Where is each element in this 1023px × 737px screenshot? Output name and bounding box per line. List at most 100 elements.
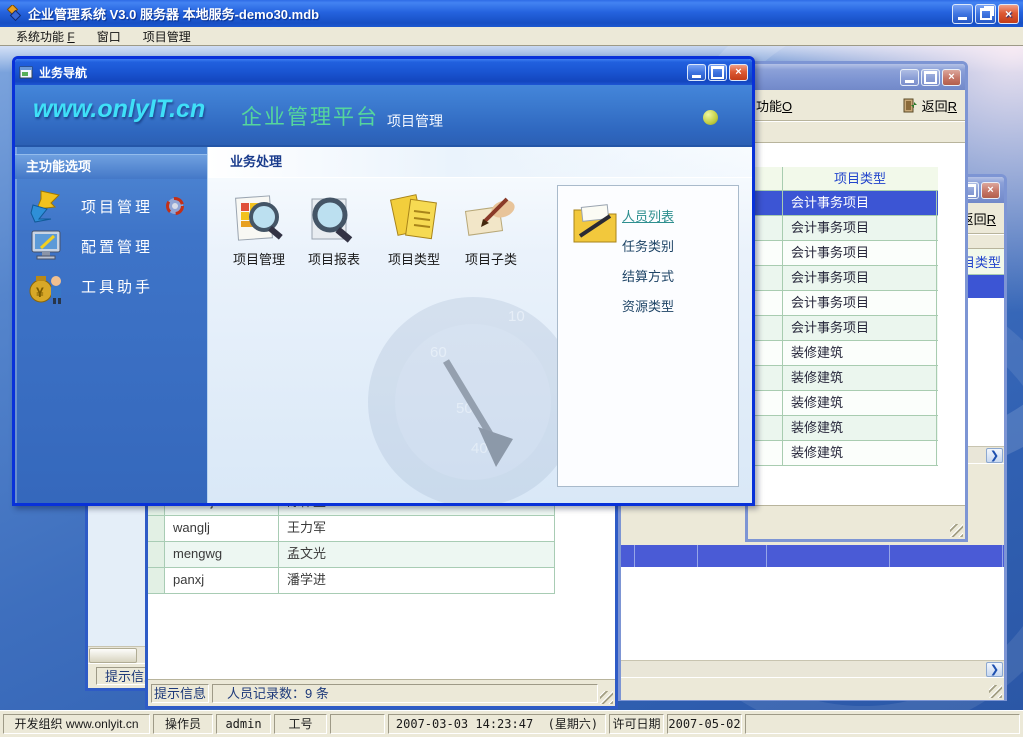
svg-text:¥: ¥ xyxy=(36,284,44,300)
table-row[interactable]: 会计事务项目 xyxy=(748,316,938,341)
back-window-statusbar xyxy=(621,677,1004,700)
minimize-button[interactable] xyxy=(900,69,919,86)
close-icon[interactable]: × xyxy=(981,182,1000,199)
icon-project-types[interactable]: 项目类型 xyxy=(379,189,449,268)
table-row[interactable]: 会计事务项目 xyxy=(748,241,938,266)
table-row[interactable]: 会计事务项目 xyxy=(748,266,938,291)
table-row[interactable]: 会计事务项目 xyxy=(748,191,938,216)
functions-menu-button[interactable]: 功能O xyxy=(756,96,792,115)
minimize-button[interactable] xyxy=(952,4,973,24)
link-resource-types[interactable]: 资源类型 xyxy=(622,296,674,315)
scroll-right-icon[interactable]: ❯ xyxy=(986,448,1003,463)
table-row[interactable]: 装修建筑 xyxy=(748,341,938,366)
toolbar-band xyxy=(748,121,965,143)
menu-item-system-functions[interactable]: 系统功能 F xyxy=(8,27,83,46)
status-spare xyxy=(745,714,1020,734)
dialog-titlebar[interactable]: 业务导航 × xyxy=(15,59,752,85)
table-row[interactable]: 装修建筑 xyxy=(748,441,938,466)
spinner-icon xyxy=(165,196,185,216)
name-cell: 王力军 xyxy=(279,516,555,541)
status-datetime: 2007-03-03 14:23:47 (星期六) xyxy=(388,714,606,734)
table-header-row: 项目类型 xyxy=(748,167,938,191)
project-type-titlebar[interactable]: × xyxy=(748,64,965,90)
main-titlebar: 企业管理系统 V3.0 服务器 本地服务-demo30.mdb × xyxy=(0,0,1023,27)
icon-project-management[interactable]: 项目管理 xyxy=(224,189,294,268)
detail-table-header-row xyxy=(621,545,1004,567)
table-row[interactable]: panxj 潘学进 xyxy=(148,568,555,594)
monitor-icon xyxy=(27,228,67,264)
notes-icon xyxy=(379,189,449,245)
table-row[interactable]: 装修建筑 xyxy=(748,366,938,391)
dialog-sidebar: 主功能选项 项目管理 xyxy=(15,147,207,503)
minimize-button[interactable] xyxy=(687,64,706,81)
status-license-label: 许可日期 xyxy=(609,714,664,734)
app-icon xyxy=(6,5,23,22)
platform-title: 企业管理平台 xyxy=(241,101,379,131)
login-cell: panxj xyxy=(165,568,279,593)
detail-col xyxy=(698,545,767,567)
restore-button[interactable] xyxy=(975,4,996,24)
table-row[interactable]: 会计事务项目 xyxy=(748,216,938,241)
exit-door-icon xyxy=(903,98,918,113)
close-icon[interactable]: × xyxy=(729,64,748,81)
link-personnel-list[interactable]: 人员列表 xyxy=(622,206,674,225)
detail-col xyxy=(890,545,1003,567)
moneybag-person-icon: ¥ xyxy=(27,268,67,304)
close-icon[interactable]: × xyxy=(942,69,961,86)
module-subtitle: 项目管理 xyxy=(387,111,443,131)
row-indicator xyxy=(148,542,165,567)
resize-grip[interactable] xyxy=(600,691,613,704)
icon-project-subtypes[interactable]: 项目子类 xyxy=(456,189,526,268)
scrollbar-thumb[interactable] xyxy=(89,648,137,663)
table-row[interactable]: mengwg 孟文光 xyxy=(148,542,555,568)
link-settlement-methods[interactable]: 结算方式 xyxy=(622,266,674,285)
application-window: 企业管理系统 V3.0 服务器 本地服务-demo30.mdb × 系统功能 F… xyxy=(0,0,1023,737)
scroll-right-icon[interactable]: ❯ xyxy=(986,662,1003,677)
project-type-statusbar xyxy=(748,505,965,539)
row-indicator xyxy=(148,568,165,593)
table-row[interactable]: 装修建筑 xyxy=(748,416,938,441)
links-list: 人员列表 任务类别 结算方式 资源类型 xyxy=(622,206,674,315)
menu-item-project-management[interactable]: 项目管理 xyxy=(135,27,199,46)
maximize-button[interactable] xyxy=(708,64,727,81)
sidebar-item-project-management[interactable]: 项目管理 xyxy=(15,186,207,226)
maximize-button[interactable] xyxy=(921,69,940,86)
chart-magnifier-icon xyxy=(224,189,294,245)
resize-grip[interactable] xyxy=(989,685,1002,698)
menubar: 系统功能 F 窗口 项目管理 xyxy=(0,27,1023,46)
horizontal-scrollbar[interactable]: ❯ xyxy=(621,660,1004,677)
detail-col xyxy=(635,545,698,567)
icon-project-reports[interactable]: 项目报表 xyxy=(299,189,369,268)
dialog-icon xyxy=(19,65,34,79)
table-row[interactable]: wanglj 王力军 xyxy=(148,516,555,542)
close-button[interactable]: × xyxy=(998,4,1019,24)
sync-arrows-icon xyxy=(27,189,67,223)
main-statusbar: 开发组织 www.onlyit.cn 操作员 admin 工号 2007-03-… xyxy=(0,710,1023,737)
status-orb-icon xyxy=(703,110,718,125)
sidebar-item-tools-assistant[interactable]: ¥ 工具助手 xyxy=(15,266,207,306)
sidebar-item-configuration-management[interactable]: 配置管理 xyxy=(15,226,207,266)
dialog-title: 业务导航 xyxy=(39,64,87,81)
status-worker-id-value xyxy=(330,714,385,734)
project-type-toolbar: 功能O 返回R xyxy=(748,90,965,121)
svg-text:40: 40 xyxy=(471,440,488,457)
link-task-categories[interactable]: 任务类别 xyxy=(622,236,674,255)
resize-grip[interactable] xyxy=(950,524,963,537)
status-license-date: 2007-05-02 xyxy=(667,714,742,734)
svg-text:50: 50 xyxy=(456,400,473,417)
detail-col xyxy=(767,545,890,567)
table-row[interactable]: 装修建筑 xyxy=(748,391,938,416)
login-cell: mengwg xyxy=(165,542,279,567)
project-type-column-header[interactable]: 项目类型 xyxy=(783,167,937,190)
business-navigation-dialog: 业务导航 × www.onlyIT.cn 企业管理平台 项目管理 主功能选项 xyxy=(12,56,755,506)
name-cell: 孟文光 xyxy=(279,542,555,567)
table-row[interactable]: 会计事务项目 xyxy=(748,291,938,316)
record-count: 人员记录数：9 条 xyxy=(212,684,598,703)
status-label: 提示信息 xyxy=(151,684,209,703)
detail-table-body xyxy=(621,567,1004,660)
return-button[interactable]: 返回R xyxy=(903,96,957,115)
menu-item-window[interactable]: 窗口 xyxy=(89,27,129,46)
project-type-window: × 功能O 返回R 项目类型 会计事务项目 会计事务项目 会计事务项目 会计 xyxy=(745,61,968,542)
row-indicator xyxy=(148,516,165,541)
detail-col xyxy=(621,545,635,567)
